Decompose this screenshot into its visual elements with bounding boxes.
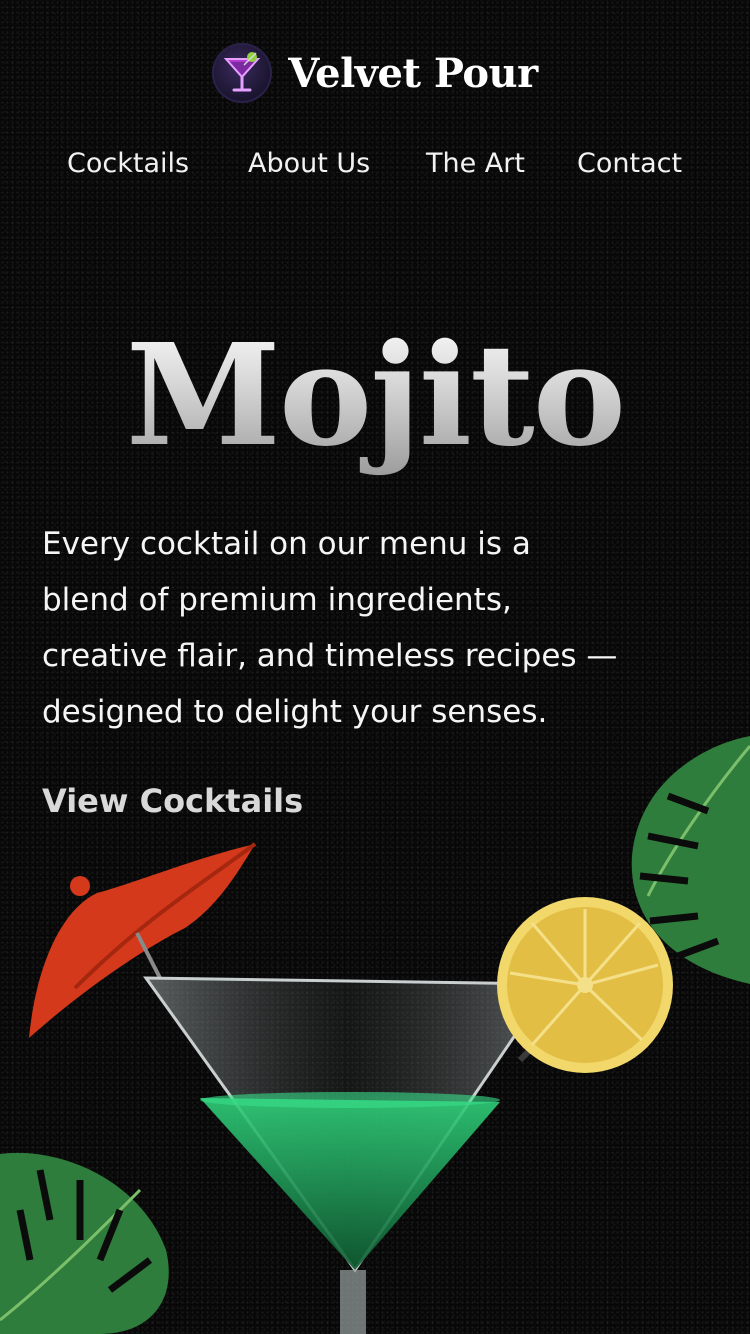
hero-title: Mojito [0,312,750,480]
nav-item-contact[interactable]: Contact [577,148,682,179]
monstera-leaf-left-image [0,1152,169,1334]
nav-item-the-art[interactable]: The Art [426,148,525,179]
nav-item-about-us[interactable]: About Us [248,148,370,179]
monstera-leaf-right-image [631,736,750,984]
main-nav: Cocktails About Us The Art Contact [0,148,750,194]
brand-name[interactable]: Velvet Pour [288,50,538,97]
hero-description: Every cocktail on our menu is a blend of… [42,526,618,730]
site-header: Velvet Pour [0,38,750,108]
nav-item-cocktails[interactable]: Cocktails [67,148,189,179]
view-cocktails-link[interactable]: View Cocktails [42,782,303,820]
cocktail-glass-logo-icon[interactable] [212,43,273,103]
